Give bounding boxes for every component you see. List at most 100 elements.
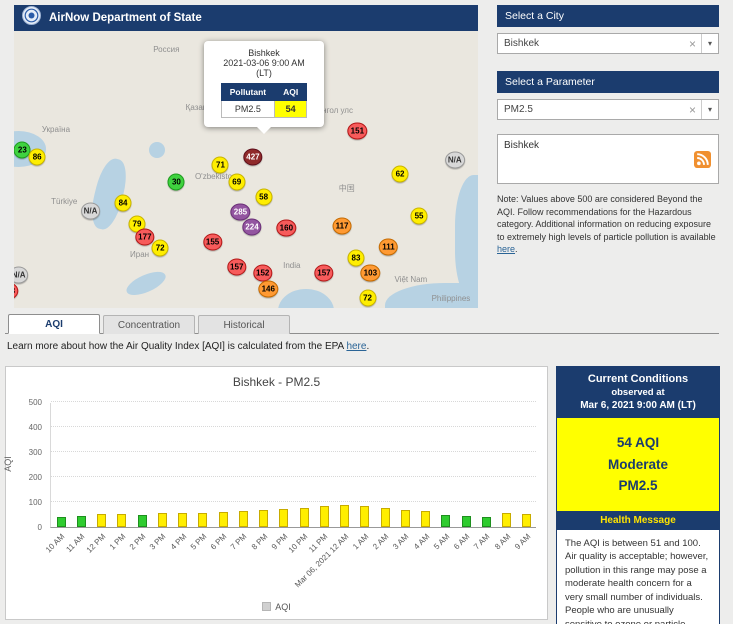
learn-more-line: Learn more about how the Air Quality Ind… — [7, 341, 369, 352]
aqi-marker[interactable]: N/A — [444, 151, 465, 169]
aqi-marker[interactable]: 62 — [391, 165, 409, 183]
aqi-marker[interactable]: 84 — [114, 194, 132, 212]
chart-bar[interactable] — [380, 508, 390, 527]
tab-aqi[interactable]: AQI — [8, 314, 100, 334]
select-parameter-header: Select a Parameter — [497, 71, 719, 93]
current-conditions-title: Current Conditions — [587, 373, 689, 385]
y-tick-label: 100 — [28, 498, 42, 507]
aqi-marker[interactable]: 30 — [167, 173, 185, 191]
chart-bar[interactable] — [481, 516, 491, 527]
aqi-marker[interactable]: 151 — [347, 122, 368, 140]
observed-datetime: Mar 6, 2021 9:00 AM (LT) — [580, 400, 696, 411]
beyond-aqi-note: Note: Values above 500 are considered Be… — [497, 193, 719, 256]
parameter-select[interactable]: PM2.5 × ▾ — [497, 99, 719, 120]
aqi-marker[interactable]: 117 — [332, 217, 352, 235]
chart-bar[interactable] — [56, 516, 66, 527]
map-place-label: India — [283, 260, 301, 270]
chart-bar[interactable] — [76, 515, 86, 527]
note-text: Note: Values above 500 are considered Be… — [497, 194, 716, 242]
aqi-map[interactable]: РоссияҚазақстанУкраїнаTürkiyeO'zbekiston… — [14, 31, 478, 308]
chart-bar[interactable] — [400, 509, 410, 527]
chart-bar[interactable] — [137, 515, 147, 527]
chart-bar[interactable] — [279, 509, 289, 527]
chart-bar[interactable] — [502, 513, 512, 527]
note-here-link[interactable]: here — [497, 244, 515, 254]
popup-table: Pollutant AQI PM2.5 54 — [220, 83, 308, 118]
chart-title: Bishkek - PM2.5 — [232, 375, 321, 389]
chart-bar[interactable] — [319, 505, 329, 527]
aqi-marker[interactable]: 153 — [14, 282, 19, 300]
aqi-marker[interactable]: 157 — [227, 258, 247, 276]
aqi-marker[interactable]: 155 — [202, 233, 223, 251]
aqi-marker[interactable]: 86 — [28, 148, 46, 166]
chart-bar[interactable] — [299, 507, 309, 527]
tab-historical[interactable]: Historical — [198, 315, 290, 334]
popup-col-aqi: AQI — [274, 83, 308, 101]
map-popup: Bishkek 2021-03-06 9:00 AM (LT) Pollutan… — [204, 41, 324, 134]
aqi-marker[interactable]: 72 — [359, 289, 377, 307]
y-tick-label: 400 — [28, 423, 42, 432]
rss-feed-box: Bishkek — [497, 134, 719, 184]
aqi-marker[interactable]: 157 — [314, 264, 334, 282]
chart-bar[interactable] — [340, 504, 350, 527]
tab-bar: AQI Concentration Historical — [5, 314, 719, 334]
popup-timezone: (LT) — [256, 68, 272, 78]
chart-bar[interactable] — [117, 513, 127, 527]
aqi-marker[interactable]: 83 — [347, 249, 365, 267]
aqi-marker[interactable]: 111 — [379, 238, 398, 255]
legend-label: AQI — [275, 602, 291, 612]
chart-bar[interactable] — [461, 515, 471, 527]
popup-city: Bishkek — [248, 48, 280, 58]
map-place-label: Türkiye — [51, 197, 78, 207]
note-period: . — [515, 244, 518, 255]
clear-icon[interactable]: × — [684, 37, 701, 51]
popup-aqi-value: 54 — [274, 100, 308, 118]
y-tick-label: 0 — [37, 523, 42, 532]
aqi-marker[interactable]: 72 — [151, 239, 169, 257]
chart-bar[interactable] — [198, 512, 208, 527]
aqi-marker[interactable]: 55 — [410, 207, 428, 225]
chart-bar[interactable] — [218, 512, 228, 527]
learn-more-here-link[interactable]: here — [346, 341, 366, 352]
aqi-marker[interactable]: 160 — [276, 219, 297, 237]
aqi-marker[interactable]: 224 — [242, 218, 262, 236]
learn-more-text: Learn more about how the Air Quality Ind… — [7, 341, 347, 352]
popup-col-pollutant: Pollutant — [220, 83, 276, 101]
aqi-marker[interactable]: 58 — [255, 188, 273, 206]
clear-icon[interactable]: × — [684, 103, 701, 117]
y-axis-label: AQI — [2, 456, 13, 472]
map-place-label: Việt Nam — [394, 274, 428, 284]
aqi-marker[interactable]: N/A — [80, 202, 101, 220]
rss-city-label: Bishkek — [504, 140, 540, 151]
water-shape — [148, 141, 165, 159]
aqi-marker[interactable]: 146 — [258, 280, 278, 298]
gridline — [51, 426, 536, 427]
aqi-marker[interactable]: 103 — [360, 264, 381, 282]
state-department-seal-icon — [22, 6, 41, 30]
chart-bar[interactable] — [238, 511, 248, 527]
water-shape — [278, 288, 335, 308]
chart-bar[interactable] — [522, 513, 532, 527]
chart-bar[interactable] — [259, 510, 269, 527]
chart-bar[interactable] — [421, 511, 431, 527]
city-select[interactable]: Bishkek × ▾ — [497, 33, 719, 54]
aqi-marker[interactable]: 427 — [243, 148, 263, 166]
chevron-down-icon[interactable]: ▾ — [700, 34, 718, 53]
aqi-marker[interactable]: N/A — [14, 266, 29, 284]
legend-swatch — [262, 602, 272, 611]
chart-bar[interactable] — [360, 506, 370, 527]
chart-plot — [50, 401, 536, 528]
chart-bar[interactable] — [441, 515, 451, 527]
chart-bar[interactable] — [157, 513, 167, 527]
map-place-label: Россия — [153, 44, 180, 54]
current-aqi-value: 54 AQI — [616, 435, 660, 450]
aqi-marker[interactable]: 71 — [211, 156, 229, 174]
y-axis-ticks: 0 100 200 300 400 500 — [18, 398, 46, 532]
chevron-down-icon[interactable]: ▾ — [700, 100, 718, 119]
aqi-marker[interactable]: 69 — [228, 173, 246, 191]
tab-concentration[interactable]: Concentration — [103, 315, 195, 334]
aqi-marker[interactable]: 177 — [135, 228, 155, 246]
map-place-label: 中国 — [338, 184, 355, 194]
chart-bar[interactable] — [97, 514, 107, 527]
chart-bar[interactable] — [178, 513, 188, 527]
